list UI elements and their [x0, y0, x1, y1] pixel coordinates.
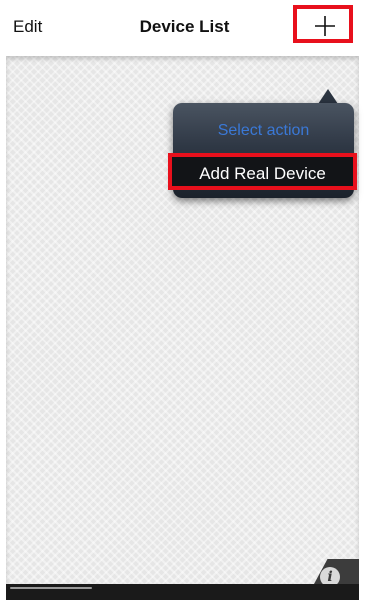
add-real-device-button[interactable]: Add Real Device [168, 153, 357, 190]
bottom-bar [6, 584, 359, 600]
scroll-indicator [10, 587, 92, 589]
navigation-bar: Edit Device List [0, 0, 369, 56]
add-button[interactable] [293, 5, 353, 43]
popover-arrow [318, 89, 338, 104]
plus-icon [315, 16, 335, 36]
popover-title: Select action [217, 122, 310, 139]
menu-item-label: Add Real Device [199, 164, 326, 183]
action-popover: Select action Add Real Device [168, 103, 357, 198]
